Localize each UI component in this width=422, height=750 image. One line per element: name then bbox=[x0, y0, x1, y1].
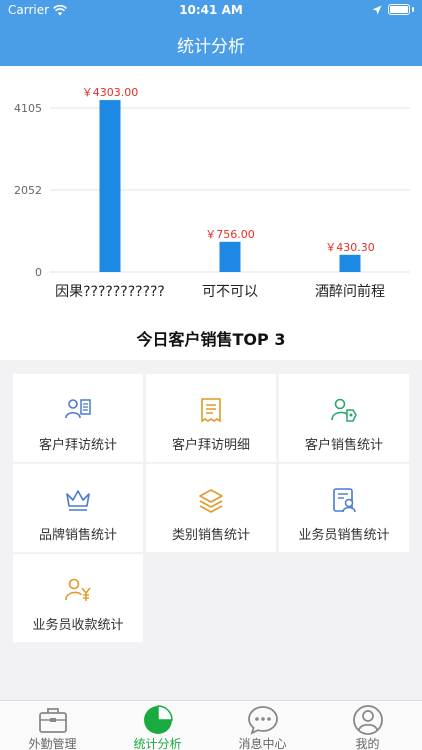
pie-chart-icon bbox=[143, 705, 173, 734]
bar-value-label: ￥756.00 bbox=[205, 228, 255, 241]
y-tick-label: 0 bbox=[35, 266, 42, 279]
sales-bar-chart: 4105 2052 0 ￥4303.00 因果??????????? ￥756.00 可不可… bbox=[0, 66, 422, 314]
battery-cap bbox=[412, 7, 414, 12]
location-arrow-icon bbox=[372, 5, 382, 14]
x-category-label: 因果??????????? bbox=[55, 284, 165, 300]
salesman-collection-icon bbox=[65, 578, 91, 601]
bar bbox=[99, 100, 121, 272]
menu-salesman-collection-stats[interactable]: 业务员收款统计 bbox=[13, 554, 143, 642]
salesman-card-icon bbox=[333, 488, 356, 513]
stats-menu-grid: 客户拜访统计 客户拜访明细 客户销售统计 品牌销售统计 类别销售统计 业务员销售… bbox=[0, 360, 422, 700]
page-title: 统计分析 bbox=[177, 37, 245, 57]
brand-crown-icon bbox=[66, 490, 90, 511]
bar bbox=[219, 241, 241, 272]
menu-customer-sales-stats[interactable]: 客户销售统计 bbox=[279, 374, 409, 462]
category-layers-icon bbox=[199, 489, 223, 513]
bar bbox=[339, 254, 361, 272]
tab-messages[interactable]: 消息中心 bbox=[210, 701, 315, 750]
customer-visit-stats-icon bbox=[65, 399, 91, 419]
status-right bbox=[372, 4, 414, 15]
customer-sales-stats-icon bbox=[331, 398, 357, 422]
tab-label: 我的 bbox=[355, 737, 380, 750]
tab-profile[interactable]: 我的 bbox=[315, 701, 420, 750]
x-category-label: 酒醉问前程 bbox=[315, 283, 385, 300]
x-category-label: 可不可以 bbox=[202, 284, 258, 300]
tab-statistics[interactable]: 统计分析 bbox=[105, 701, 210, 750]
menu-label: 业务员收款统计 bbox=[32, 618, 124, 633]
briefcase-icon bbox=[38, 708, 67, 733]
top-sales-title: 今日客户销售TOP 3 bbox=[136, 330, 286, 349]
bar-value-label: ￥4303.00 bbox=[82, 86, 139, 99]
menu-customer-visit-detail[interactable]: 客户拜访明细 bbox=[146, 374, 276, 462]
chart-svg: 4105 2052 0 ￥4303.00 因果??????????? ￥756.00 可不可… bbox=[14, 86, 410, 300]
user-profile-icon bbox=[352, 705, 383, 735]
bottom-tab-bar: 外勤管理 统计分析 消息中心 我的 bbox=[0, 700, 422, 750]
menu-label: 类别销售统计 bbox=[171, 528, 250, 543]
menu-customer-visit-stats[interactable]: 客户拜访统计 bbox=[13, 374, 143, 462]
y-tick-label: 2052 bbox=[14, 184, 42, 197]
menu-label: 客户拜访明细 bbox=[171, 438, 250, 453]
bar-value-label: ￥430.30 bbox=[325, 241, 375, 254]
tab-label: 外勤管理 bbox=[28, 737, 77, 750]
app-header: Carrier 10:41 AM 统计分析 bbox=[0, 0, 422, 66]
menu-label: 客户拜访统计 bbox=[38, 438, 117, 453]
tab-label: 消息中心 bbox=[238, 737, 287, 750]
chat-bubble-icon bbox=[247, 706, 278, 735]
menu-label: 客户销售统计 bbox=[304, 438, 383, 453]
status-bar: Carrier 10:41 AM bbox=[0, 0, 422, 22]
menu-label: 业务员销售统计 bbox=[298, 528, 390, 543]
battery-icon bbox=[388, 4, 410, 15]
tab-field-management[interactable]: 外勤管理 bbox=[0, 701, 105, 750]
menu-brand-sales-stats[interactable]: 品牌销售统计 bbox=[13, 464, 143, 552]
visit-detail-receipt-icon bbox=[201, 398, 221, 423]
y-tick-label: 4105 bbox=[14, 102, 42, 115]
menu-label: 品牌销售统计 bbox=[38, 528, 117, 543]
menu-category-sales-stats[interactable]: 类别销售统计 bbox=[146, 464, 276, 552]
menu-salesman-sales-stats[interactable]: 业务员销售统计 bbox=[279, 464, 409, 552]
status-time: 10:41 AM bbox=[179, 3, 243, 17]
tab-label: 统计分析 bbox=[133, 737, 182, 750]
